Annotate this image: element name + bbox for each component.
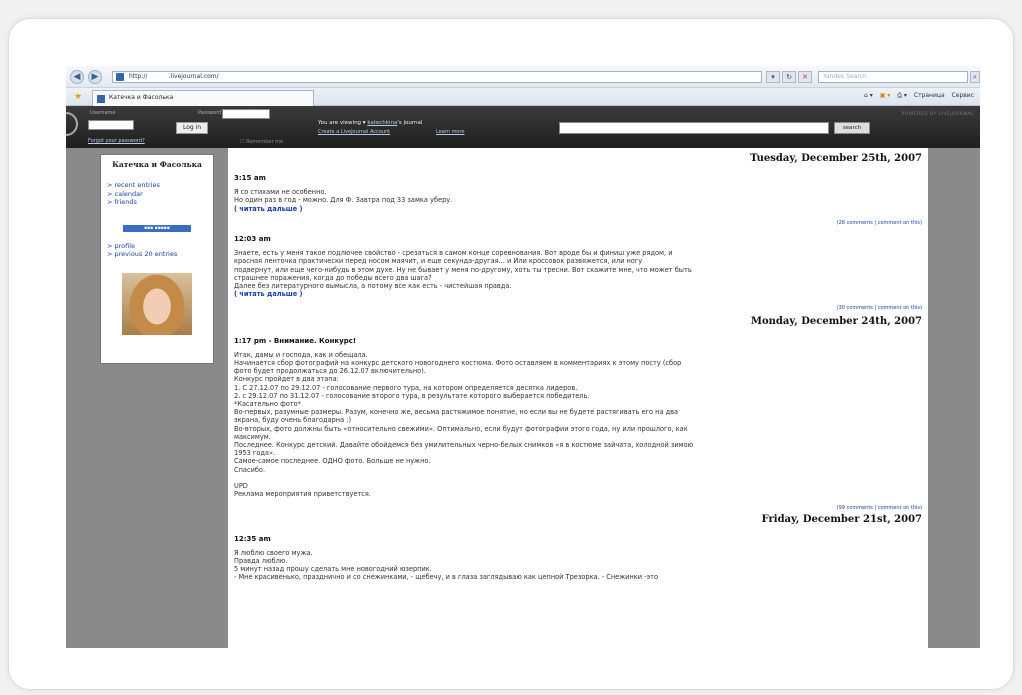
sidebar-links: recent entries calendar friends (107, 181, 213, 207)
sidebar-link-recent[interactable]: recent entries (107, 181, 213, 190)
entry-text: Во-первых, разумные размеры. Разум, коне… (234, 408, 679, 417)
stop-icon[interactable]: ✕ (798, 71, 812, 83)
journal-entry: 3:15 am Я со стихами не особенно. Но оди… (234, 174, 922, 227)
entry-text: Во-вторых, фото должны быть «относительн… (234, 424, 688, 433)
url-field[interactable]: http:// · · · .livejournal.com/ (112, 71, 762, 83)
entry-text: Спасибо. (234, 465, 266, 474)
date-header: Monday, December 24th, 2007 (750, 315, 922, 327)
powered-by: POWERED BY LIVEJOURNAL (901, 112, 974, 117)
entry-text: - Мне красивенько, празднично и со снежи… (234, 573, 658, 582)
url-text-rest: .livejournal.com/ (168, 73, 219, 80)
journal-entry: 1:17 pm - Внимание. Конкурс! Итак, дамы … (234, 337, 922, 513)
entry-text: 1. С 27.12.07 по 29.12.07 - голосование … (234, 383, 578, 392)
lj-search-button[interactable]: search (834, 122, 870, 134)
remember-me-label[interactable]: ☐ Remember me (240, 139, 283, 145)
entry-text: Я со стихами не особенно. (234, 188, 327, 197)
tab-bar: ★ Катечка и Фасолька ⌂ ▾ ▣ ▾ ⎙ ▾ Страниц… (66, 88, 980, 106)
entry-time: 12:35 am (234, 534, 271, 543)
search-icon[interactable]: ⌕ (970, 71, 980, 83)
entry-text: Конкурс пройдет в два этапа: (234, 375, 339, 384)
comments-link[interactable]: (30 comments | comment on this) (234, 304, 922, 312)
web-search-input[interactable]: Yandex Search (818, 71, 968, 83)
entry-text: 1953 года». (234, 449, 276, 458)
password-label: Password (198, 110, 222, 116)
entry-text: страшнее поражения, когда до победы всег… (234, 273, 432, 282)
entry-text: красная ленточка практически перед носом… (234, 257, 643, 266)
entry-text: Реклама мероприятия приветствуется. (234, 490, 371, 499)
entry-text: Но один раз в год - можно. Для Ф. Завтра… (234, 196, 453, 205)
refresh-icon[interactable]: ↻ (782, 71, 796, 83)
toolbar-tools: ⌂ ▾ ▣ ▾ ⎙ ▾ Страница Сервис (859, 92, 974, 100)
entry-text: экрана, буду очень благодарна :) (234, 416, 352, 425)
journal-content: Tuesday, December 25th, 2007 3:15 am Я с… (228, 148, 928, 648)
screenshot: ◀ ▶ http:// · · · .livejournal.com/ ▾ ↻ … (66, 66, 980, 648)
forgot-password-link[interactable]: Forgot your password? (88, 138, 145, 144)
entry-time: 1:17 pm - Внимание. Конкурс! (234, 336, 357, 345)
viewing-info: You are viewing ▾ katechkina's journal (318, 120, 423, 126)
sidebar: Катечка и Фасолька recent entries calend… (100, 154, 214, 364)
entry-text: *Касательно фото* (234, 400, 301, 409)
sidebar-link-profile[interactable]: profile (107, 242, 213, 251)
lj-logo-icon (66, 112, 78, 136)
back-icon[interactable]: ◀ (70, 70, 84, 84)
comments-link[interactable]: (28 comments | comment on this) (234, 219, 922, 227)
entry-text: Правда люблю. (234, 556, 288, 565)
lj-search-input[interactable] (559, 122, 829, 134)
forward-icon[interactable]: ▶ (88, 70, 102, 84)
tab-favicon-icon (97, 95, 105, 103)
sidebar-link-friends[interactable]: friends (107, 198, 213, 207)
right-margin (928, 148, 980, 648)
entry-text: Знаете, есть у меня такое подлючее свойс… (234, 249, 673, 258)
tab-title: Катечка и Фасолька (109, 94, 174, 101)
entry-text: Самое-самое последнее. ОДНО фото. Больше… (234, 457, 431, 466)
entry-time: 12:03 am (234, 235, 271, 244)
sidebar-links-2: profile previous 20 entries (107, 242, 213, 259)
userpic-avatar[interactable] (122, 272, 192, 335)
page-menu[interactable]: Страница (914, 92, 945, 99)
entry-text: Начинается сбор фотографий на конкурс де… (234, 359, 682, 368)
entry-text: подвернут, или еще чего-нибудь в этом ду… (234, 265, 692, 274)
browser-tab[interactable]: Катечка и Фасолька (92, 90, 314, 106)
url-text: http:// (129, 73, 148, 80)
create-account-link[interactable]: Create a LiveJournal Account (318, 129, 390, 135)
dropdown-icon[interactable]: ▾ (766, 71, 780, 83)
entry-text: Итак, дамы и господа, как и обещала. (234, 350, 368, 359)
feeds-icon[interactable]: ▣ ▾ (880, 92, 891, 99)
read-more-link[interactable]: ( читать дальше ) (234, 205, 922, 213)
tools-menu[interactable]: Сервис (952, 92, 974, 99)
username-input[interactable] (88, 120, 134, 130)
entry-text: Далее без литературного вымысла, а потом… (234, 282, 512, 291)
read-more-link[interactable]: ( читать дальше ) (234, 290, 922, 298)
badge-banner[interactable]: ▪▪▪ ▪▪▪▪▪ (123, 224, 191, 232)
entry-text: 2. с 29.12.07 по 31.12.07 - голосование … (234, 391, 590, 400)
journal-entry: 12:03 am Знаете, есть у меня такое подлю… (234, 235, 922, 313)
sidebar-link-previous[interactable]: previous 20 entries (107, 250, 213, 259)
entry-text: Я люблю своего мужа. (234, 548, 313, 557)
sidebar-link-calendar[interactable]: calendar (107, 190, 213, 199)
entry-time: 3:15 am (234, 174, 266, 182)
password-input[interactable] (222, 109, 270, 119)
journal-user-link[interactable]: katechkina (367, 120, 397, 126)
comments-link[interactable]: (99 comments | comment on this) (234, 504, 922, 512)
entry-text: UPD (234, 481, 248, 490)
login-button[interactable]: Log in (176, 122, 208, 134)
entry-text: 5 минут назад прошу сделать мне новогодн… (234, 565, 432, 574)
print-icon[interactable]: ⎙ ▾ (897, 92, 907, 99)
site-favicon-icon (116, 73, 124, 81)
entry-text: максимум. (234, 432, 271, 441)
lj-header: Username Password Log in Forgot your pas… (66, 106, 980, 148)
username-label: Username (90, 110, 116, 116)
entry-text: фото будет продолжаться до 26.12.07 вклю… (234, 367, 426, 376)
date-header: Friday, December 21st, 2007 (761, 513, 922, 525)
journal-entry: 12:35 am Я люблю своего мужа. Правда люб… (234, 535, 922, 582)
journal-title: Катечка и Фасолька (112, 160, 202, 169)
favorites-star-icon[interactable]: ★ (74, 92, 82, 102)
entry-text: Последнее. Конкурс детский. Давайте обой… (234, 441, 694, 450)
home-icon[interactable]: ⌂ ▾ (864, 92, 873, 99)
address-bar: ◀ ▶ http:// · · · .livejournal.com/ ▾ ↻ … (66, 66, 980, 88)
date-header: Tuesday, December 25th, 2007 (750, 153, 922, 164)
learn-more-link[interactable]: Learn more (436, 129, 465, 135)
